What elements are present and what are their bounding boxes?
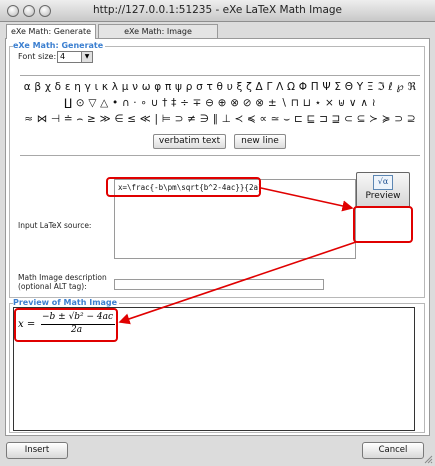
new-line-button[interactable]: new line <box>234 134 286 149</box>
resize-grip-icon[interactable] <box>423 454 433 464</box>
window-titlebar: http://127.0.0.1:51235 - eXe LaTeX Math … <box>0 0 435 22</box>
chevron-down-icon: ▼ <box>81 52 92 62</box>
preview-button[interactable]: √α Preview <box>356 172 410 208</box>
annotation-highlight-source <box>106 177 261 197</box>
divider <box>20 155 420 156</box>
divider <box>20 75 420 76</box>
font-size-value: 4 <box>60 52 66 61</box>
symbol-row-greek[interactable]: α β χ δ ε η γ ι κ λ μ ν ω φ π ψ ρ σ τ θ … <box>20 81 420 93</box>
insert-button[interactable]: Insert <box>6 442 68 459</box>
tab-image-appearance[interactable]: eXe Math: Image Appearance <box>98 24 218 50</box>
generate-legend: eXe Math: Generate <box>13 41 106 50</box>
symbol-row-relations[interactable]: ≈ ⋈ ⊣ ≐ ⌢ ≥ ≫ ∈ ≤ ≪ | ⊨ ⊃ ≠ ∋ ∥ ⊥ ≺ ≼ ∝ … <box>20 113 420 126</box>
window-title: http://127.0.0.1:51235 - eXe LaTeX Math … <box>92 4 343 16</box>
cancel-button[interactable]: Cancel <box>362 442 424 459</box>
description-label: Math Image description (optional ALT tag… <box>18 273 107 291</box>
annotation-highlight-output <box>14 308 118 342</box>
latex-source-label: Input LaTeX source: <box>18 221 92 230</box>
symbol-row-operators[interactable]: ∐ ⊙ ▽ △ • ∩ · ∘ ∪ † ‡ ÷ ∓ ⊖ ⊕ ⊗ ⊘ ⊗ ± ∖ … <box>20 97 420 109</box>
font-size-label: Font size: <box>18 52 57 61</box>
preview-button-label: Preview <box>365 191 401 201</box>
math-preview-icon: √α <box>373 175 393 190</box>
verbatim-text-button[interactable]: verbatim text <box>153 134 226 149</box>
font-size-select[interactable]: 4 ▼ <box>57 51 93 63</box>
annotation-highlight-preview-button <box>353 206 413 243</box>
description-input[interactable] <box>114 279 324 290</box>
tab-generate[interactable]: eXe Math: Generate <box>6 24 96 39</box>
preview-legend: Preview of Math Image <box>13 298 120 307</box>
